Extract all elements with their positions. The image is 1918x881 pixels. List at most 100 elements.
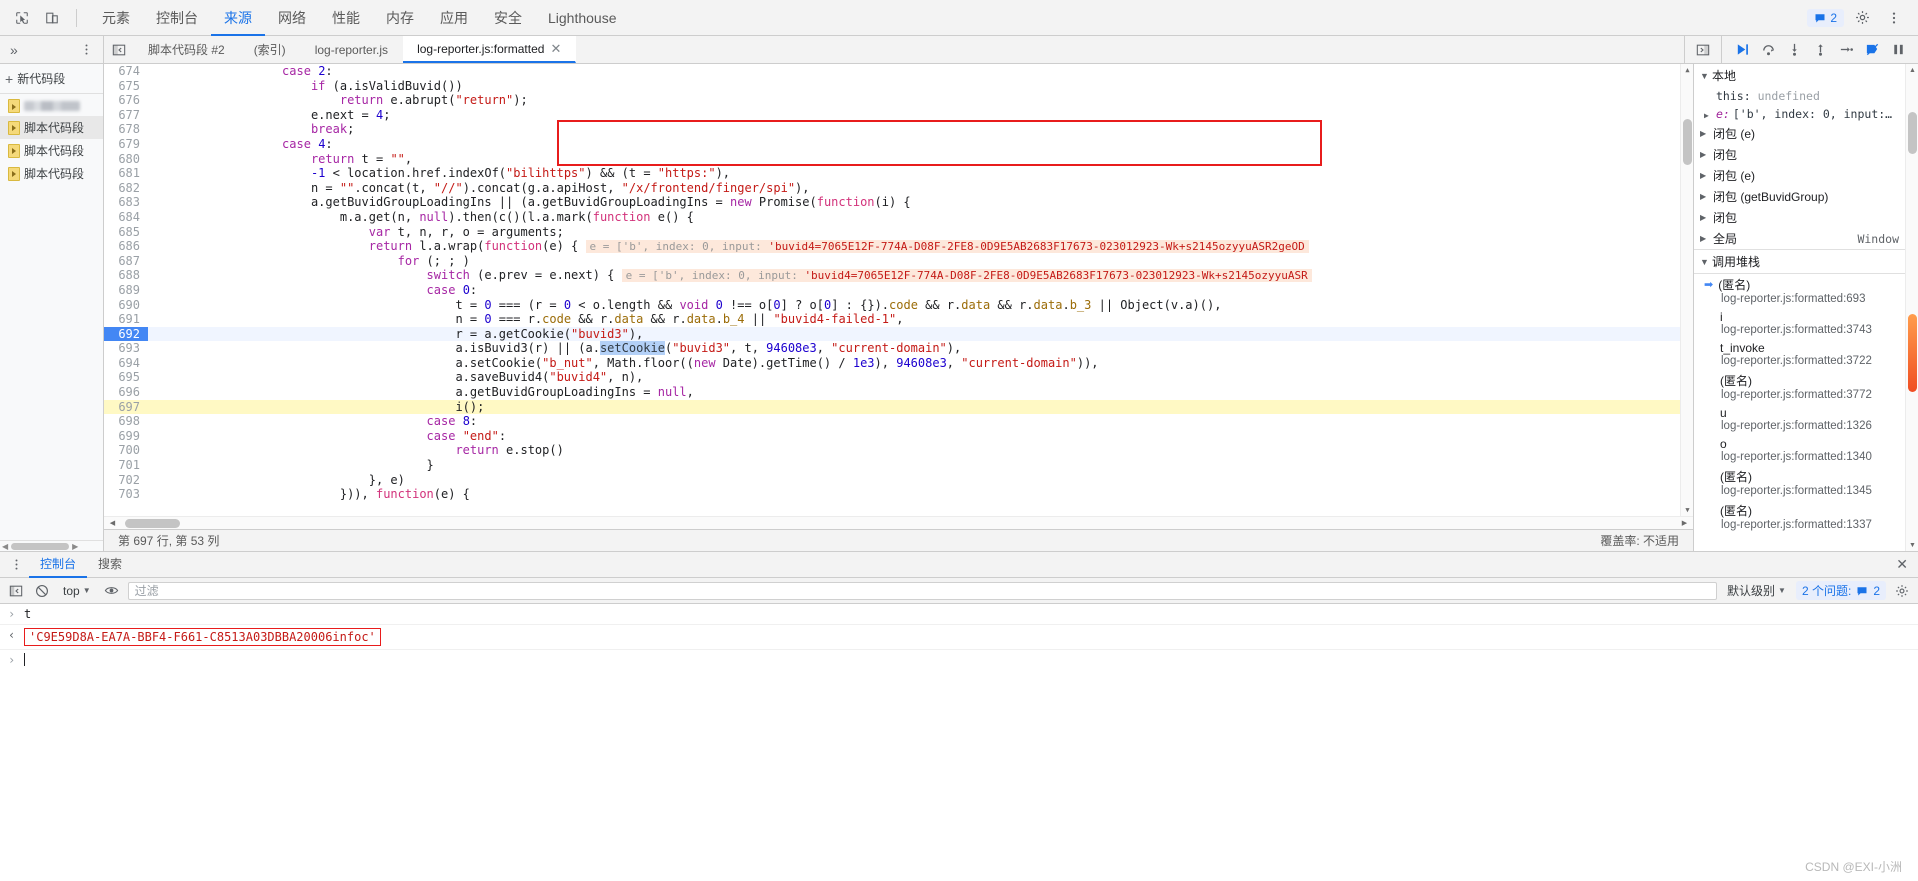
code-line[interactable]: 680 return t = "", — [104, 152, 1693, 167]
line-number[interactable]: 677 — [104, 108, 148, 123]
callstack-item[interactable]: ilog-reporter.js:formatted:3743 — [1694, 308, 1905, 339]
line-number[interactable]: 681 — [104, 166, 148, 181]
code-line[interactable]: 688 switch (e.prev = e.next) { e = ['b',… — [104, 268, 1693, 283]
code-line[interactable]: 684 m.a.get(n, null).then(c()(l.a.mark(f… — [104, 210, 1693, 225]
new-snippet-button[interactable]: + 新代码段 — [0, 64, 103, 94]
code-line[interactable]: 690 t = 0 === (r = 0 < o.length && void … — [104, 298, 1693, 313]
navigator-more-options-icon[interactable] — [76, 43, 97, 56]
file-tab-index[interactable]: (索引) — [240, 36, 301, 63]
chevron-right-icon[interactable]: ▶ — [1700, 192, 1709, 201]
toggle-navigator-icon[interactable] — [104, 36, 134, 63]
code-line[interactable]: 694 a.setCookie("b_nut", Math.floor((new… — [104, 356, 1693, 371]
line-number[interactable]: 701 — [104, 458, 148, 473]
chevron-right-icon[interactable]: ▶ — [1700, 171, 1709, 180]
code-line[interactable]: 676 return e.abrupt("return"); — [104, 93, 1693, 108]
line-number[interactable]: 695 — [104, 370, 148, 385]
line-number[interactable]: 698 — [104, 414, 148, 429]
code-line[interactable]: 686 return l.a.wrap(function(e) { e = ['… — [104, 239, 1693, 254]
show-navigator-right-icon[interactable] — [1691, 38, 1715, 62]
navigator-horizontal-scrollbar[interactable]: ◀ ▶ — [0, 540, 103, 551]
code-line[interactable]: 702 }, e) — [104, 473, 1693, 488]
line-number[interactable]: 697 — [104, 400, 148, 415]
scope-group-closure-getbuvidgroup[interactable]: ▶ 闭包 (getBuvidGroup) — [1694, 186, 1905, 207]
scope-group-closure-e[interactable]: ▶ 闭包 (e) — [1694, 123, 1905, 144]
scrollbar-thumb[interactable] — [1683, 119, 1692, 165]
step-into-button[interactable] — [1782, 38, 1806, 62]
scroll-left-icon[interactable]: ◀ — [2, 542, 8, 551]
resume-script-button[interactable] — [1730, 38, 1754, 62]
tab-elements[interactable]: 元素 — [89, 1, 143, 36]
scope-group-global[interactable]: ▶ 全局 Window — [1694, 228, 1905, 249]
tab-performance[interactable]: 性能 — [319, 1, 373, 36]
deactivate-breakpoints-button[interactable] — [1860, 38, 1884, 62]
scrollbar-thumb[interactable] — [11, 543, 69, 550]
device-toolbar-icon[interactable] — [38, 4, 66, 32]
callstack-item[interactable]: (匿名)log-reporter.js:formatted:3772 — [1694, 370, 1905, 404]
scrollbar-thumb[interactable] — [125, 519, 180, 528]
line-number[interactable]: 691 — [104, 312, 148, 327]
drawer-more-options-icon[interactable] — [4, 558, 29, 571]
pause-on-exceptions-button[interactable] — [1886, 38, 1910, 62]
console-level-selector[interactable]: 默认级别 ▼ — [1723, 582, 1790, 599]
debugger-vertical-scrollbar[interactable]: ▲ ▼ — [1905, 64, 1918, 551]
scope-group-closure[interactable]: ▶ 闭包 — [1694, 144, 1905, 165]
editor-vertical-scrollbar[interactable]: ▲ ▼ — [1680, 64, 1693, 516]
scope-section-header[interactable]: ▼ 本地 — [1694, 64, 1905, 87]
console-filter-input[interactable] — [128, 582, 1717, 600]
chevron-right-icon[interactable]: ▶ — [1700, 213, 1709, 222]
code-line[interactable]: 677 e.next = 4; — [104, 108, 1693, 123]
line-number[interactable]: 690 — [104, 298, 148, 313]
line-number[interactable]: 678 — [104, 122, 148, 137]
code-line[interactable]: 689 case 0: — [104, 283, 1693, 298]
console-settings-gear-icon[interactable] — [1892, 581, 1912, 601]
code-line[interactable]: 693 a.isBuvid3(r) || (a.setCookie("buvid… — [104, 341, 1693, 356]
line-number[interactable]: 683 — [104, 195, 148, 210]
callstack-item[interactable]: (匿名)log-reporter.js:formatted:1337 — [1694, 500, 1905, 534]
console-sidebar-icon[interactable] — [6, 581, 26, 601]
scope-group-closure-e-2[interactable]: ▶ 闭包 (e) — [1694, 165, 1905, 186]
chevron-right-icon[interactable]: ▶ — [1700, 234, 1709, 243]
line-number[interactable]: 674 — [104, 64, 148, 79]
callstack-item[interactable]: olog-reporter.js:formatted:1340 — [1694, 435, 1905, 466]
scrollbar-thumb-lower[interactable] — [1908, 314, 1917, 392]
scroll-right-icon[interactable]: ▶ — [72, 542, 78, 551]
line-number[interactable]: 684 — [104, 210, 148, 225]
list-item[interactable]: 脚本代码段 — [0, 162, 103, 185]
scroll-right-icon[interactable]: ▶ — [1678, 519, 1691, 527]
file-tab-snippet-2[interactable]: 脚本代码段 #2 — [134, 36, 240, 63]
callstack-item[interactable]: ➡(匿名)log-reporter.js:formatted:693 — [1694, 274, 1905, 308]
console-issues-badge[interactable]: 2 个问题: 2 — [1796, 581, 1886, 600]
code-line[interactable]: 679 case 4: — [104, 137, 1693, 152]
line-number[interactable]: 694 — [104, 356, 148, 371]
drawer-tab-console[interactable]: 控制台 — [29, 552, 87, 578]
code-line[interactable]: 685 var t, n, r, o = arguments; — [104, 225, 1693, 240]
line-number[interactable]: 682 — [104, 181, 148, 196]
tab-application[interactable]: 应用 — [427, 1, 481, 36]
file-tab-log-reporter-formatted[interactable]: log-reporter.js:formatted ✕ — [403, 36, 576, 63]
code-line[interactable]: 681 -1 < location.href.indexOf("bilihttp… — [104, 166, 1693, 181]
callstack-section-header[interactable]: ▼ 调用堆栈 — [1694, 249, 1905, 274]
scroll-up-icon[interactable]: ▲ — [1906, 64, 1918, 76]
step-out-button[interactable] — [1808, 38, 1832, 62]
tab-console[interactable]: 控制台 — [143, 1, 211, 36]
list-item[interactable] — [0, 96, 103, 116]
issues-badge[interactable]: 2 — [1807, 9, 1844, 27]
callstack-item[interactable]: t_invokelog-reporter.js:formatted:3722 — [1694, 339, 1905, 370]
line-number[interactable]: 687 — [104, 254, 148, 269]
code-line[interactable]: 701 } — [104, 458, 1693, 473]
callstack-item[interactable]: ulog-reporter.js:formatted:1326 — [1694, 404, 1905, 435]
list-item[interactable]: 脚本代码段 — [0, 139, 103, 162]
chevron-right-icon[interactable]: ▶ — [1700, 129, 1709, 138]
close-icon[interactable]: ✕ — [550, 42, 561, 55]
line-number[interactable]: 702 — [104, 473, 148, 488]
line-number[interactable]: 686 — [104, 239, 148, 254]
line-number[interactable]: 688 — [104, 268, 148, 283]
code-editor[interactable]: 674 case 2:675 if (a.isValidBuvid())676 … — [104, 64, 1693, 516]
scope-group-closure-3[interactable]: ▶ 闭包 — [1694, 207, 1905, 228]
code-line[interactable]: 687 for (; ; ) — [104, 254, 1693, 269]
code-line[interactable]: 695 a.saveBuvid4("buvid4", n), — [104, 370, 1693, 385]
code-line[interactable]: 682 n = "".concat(t, "//").concat(g.a.ap… — [104, 181, 1693, 196]
line-number[interactable]: 676 — [104, 93, 148, 108]
code-line[interactable]: 699 case "end": — [104, 429, 1693, 444]
console-output[interactable]: › t ‹ 'C9E59D8A-EA7A-BBF4-F661-C8513A03D… — [0, 604, 1918, 881]
